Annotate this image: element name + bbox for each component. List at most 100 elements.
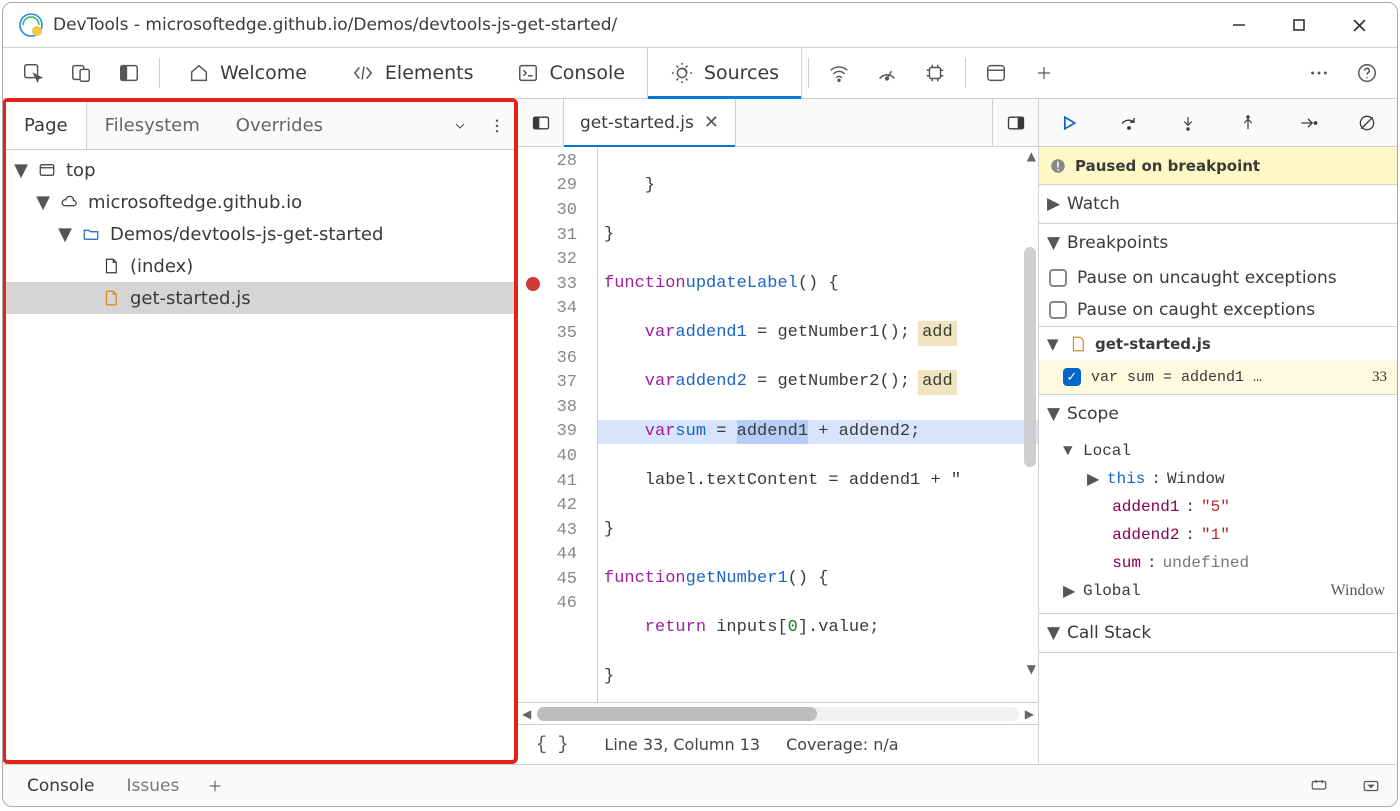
code-text: getNumber1 (686, 567, 788, 592)
step-out-button[interactable] (1218, 99, 1278, 146)
scroll-thumb[interactable] (537, 707, 816, 721)
bp-file-label: get-started.js (1095, 335, 1211, 353)
checkbox-icon[interactable] (1049, 301, 1067, 319)
scroll-down-icon[interactable]: ▼ (1027, 662, 1036, 676)
pause-banner-label: Paused on breakpoint (1075, 157, 1260, 175)
code-editor[interactable]: 28 29 30 31 32 33 34 35 36 37 38 39 40 4… (518, 147, 1038, 702)
dock-side-icon[interactable] (105, 47, 153, 99)
code-text: () { (798, 272, 839, 297)
device-emulation-icon[interactable] (57, 47, 105, 99)
scope-var-addend2[interactable]: addend2: "1" (1039, 521, 1397, 549)
section-callstack[interactable]: ▼ Call Stack (1039, 614, 1397, 652)
tree-node-top[interactable]: ▼ top (6, 154, 514, 186)
nav-kebab-icon[interactable] (480, 100, 514, 152)
memory-icon[interactable] (911, 47, 959, 99)
section-label: Breakpoints (1067, 233, 1168, 253)
breakpoint-file-row[interactable]: ▼ get-started.js (1039, 326, 1397, 360)
drawer-tab-console[interactable]: Console (11, 765, 111, 806)
add-tab-icon[interactable] (1020, 47, 1068, 99)
check-label: Pause on caught exceptions (1077, 300, 1315, 320)
scroll-thumb[interactable] (1024, 247, 1036, 467)
close-tab-icon[interactable]: ✕ (704, 112, 719, 133)
tree-node-folder[interactable]: ▼ Demos/devtools-js-get-started (6, 218, 514, 250)
scroll-up-icon[interactable]: ▲ (1027, 149, 1036, 163)
horizontal-scrollbar[interactable]: ◀ ▶ (518, 702, 1038, 724)
toggle-navigator-button[interactable] (518, 99, 564, 146)
bottom-drawer: Console Issues (3, 764, 1397, 806)
step-into-button[interactable] (1158, 99, 1218, 146)
checkbox-checked-icon[interactable]: ✓ (1063, 368, 1081, 386)
editor-tab-file[interactable]: get-started.js ✕ (564, 99, 736, 146)
drawer-filter-icon[interactable] (1301, 760, 1337, 808)
edge-devtools-icon (17, 11, 45, 39)
window-close-button[interactable] (1329, 3, 1389, 47)
check-uncaught[interactable]: Pause on uncaught exceptions (1039, 262, 1397, 294)
nav-tab-filesystem[interactable]: Filesystem (87, 102, 218, 149)
tab-elements-label: Elements (385, 62, 474, 84)
tab-elements[interactable]: Elements (329, 48, 496, 98)
linenum: 39 (557, 422, 577, 441)
scope-var-addend1[interactable]: addend1: "5" (1039, 493, 1397, 521)
resume-button[interactable] (1039, 99, 1099, 146)
code-text: inputs[ (706, 616, 788, 641)
network-conditions-icon[interactable] (815, 47, 863, 99)
caret-down-icon: ▼ (1047, 335, 1061, 353)
tab-welcome[interactable]: Welcome (166, 48, 329, 98)
inspect-element-icon[interactable] (9, 47, 57, 99)
tree-node-index[interactable]: (index) (6, 250, 514, 282)
linenum: 44 (557, 545, 577, 564)
check-caught[interactable]: Pause on caught exceptions (1039, 294, 1397, 326)
line-gutter[interactable]: 28 29 30 31 32 33 34 35 36 37 38 39 40 4… (518, 147, 598, 702)
application-icon[interactable] (972, 47, 1020, 99)
deactivate-breakpoints-button[interactable] (1337, 99, 1397, 146)
pretty-print-icon[interactable]: { } (526, 735, 578, 755)
section-breakpoints[interactable]: ▼Breakpoints (1039, 224, 1397, 262)
tab-console[interactable]: Console (495, 48, 646, 98)
scroll-left-icon[interactable]: ◀ (522, 707, 531, 721)
more-options-icon[interactable] (1295, 47, 1343, 99)
linenum: 43 (557, 521, 577, 540)
tab-sources[interactable]: Sources (647, 48, 802, 98)
step-over-button[interactable] (1099, 99, 1159, 146)
code-text: () { (788, 567, 829, 592)
bp-code: var sum = addend1 … (1091, 369, 1262, 386)
checkbox-icon[interactable] (1049, 269, 1067, 287)
scope-local[interactable]: ▼Local (1039, 437, 1397, 465)
file-tree[interactable]: ▼ top ▼ microsoftedge.github.io ▼ Demos/… (6, 150, 514, 760)
vertical-scrollbar[interactable]: ▲ ▼ (1022, 147, 1038, 678)
code-text: return (604, 616, 706, 641)
tree-node-file[interactable]: get-started.js (6, 282, 514, 314)
section-label: Scope (1067, 404, 1119, 424)
tree-domain-label: microsoftedge.github.io (88, 192, 302, 213)
toggle-debugger-button[interactable] (992, 99, 1038, 146)
scope-var-this[interactable]: ▶this: Window (1039, 465, 1397, 493)
drawer-expand-icon[interactable] (1353, 760, 1389, 808)
scope-val: "5" (1201, 498, 1230, 516)
code-text: sum (675, 420, 706, 445)
breakpoint-item[interactable]: ✓ var sum = addend1 … 33 (1039, 360, 1397, 394)
performance-icon[interactable] (863, 47, 911, 99)
tree-node-domain[interactable]: ▼ microsoftedge.github.io (6, 186, 514, 218)
scope-label: Global (1083, 582, 1141, 600)
tree-index-label: (index) (130, 256, 193, 277)
nav-tab-overrides[interactable]: Overrides (218, 102, 341, 149)
scroll-right-icon[interactable]: ▶ (1025, 707, 1034, 721)
drawer-add-tab-icon[interactable] (195, 760, 235, 808)
section-scope[interactable]: ▼Scope (1039, 395, 1397, 433)
window-title: DevTools - microsoftedge.github.io/Demos… (53, 15, 1209, 35)
window-maximize-button[interactable] (1269, 3, 1329, 47)
step-button[interactable] (1278, 99, 1338, 146)
breakpoint-dot-icon[interactable] (526, 277, 540, 291)
section-label: Call Stack (1067, 623, 1151, 643)
scope-global[interactable]: ▶GlobalWindow (1039, 577, 1397, 605)
scope-var-sum[interactable]: sum: undefined (1039, 549, 1397, 577)
code-area[interactable]: } } function updateLabel() { var addend1… (598, 147, 1038, 702)
window-minimize-button[interactable] (1209, 3, 1269, 47)
caret-down-icon: ▼ (1047, 623, 1061, 643)
section-watch[interactable]: ▶Watch (1039, 185, 1397, 223)
drawer-tab-issues[interactable]: Issues (111, 765, 196, 806)
nav-tab-page[interactable]: Page (6, 102, 87, 149)
nav-more-tabs-icon[interactable] (440, 100, 480, 152)
code-text: 0 (788, 616, 798, 641)
help-icon[interactable] (1343, 47, 1391, 99)
